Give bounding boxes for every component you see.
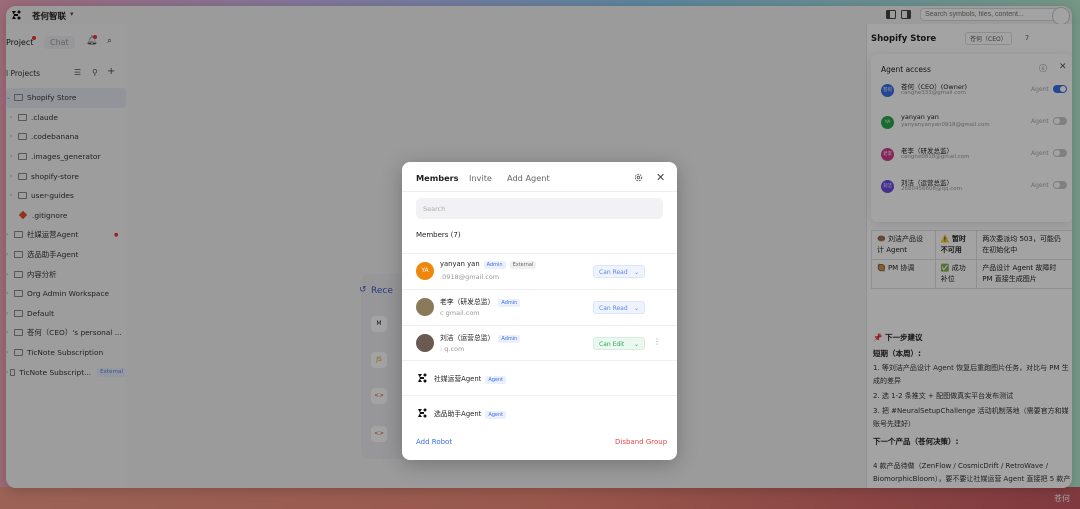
member-email: c gmail.com — [440, 309, 480, 317]
agent-name-line: 社媒运营Agent Agent — [434, 373, 507, 384]
external-tag: External — [509, 261, 537, 269]
avatar: YA — [416, 262, 434, 280]
tab-add-agent[interactable]: Add Agent — [507, 173, 550, 183]
agent-logo-icon — [418, 373, 427, 383]
add-robot-button[interactable]: Add Robot — [416, 438, 452, 446]
admin-tag: Admin — [498, 335, 521, 343]
agent-row: 社媒运营Agent Agent — [402, 360, 677, 396]
members-modal: Members Invite Add Agent ✕ Members (7) Y… — [402, 162, 677, 460]
divider — [402, 191, 677, 192]
chevron-down-icon: ⌄ — [633, 341, 639, 348]
permission-select[interactable]: Can Read ⌄ — [593, 265, 645, 278]
agent-name: 选品助手Agent — [434, 410, 482, 418]
agent-tag: Agent — [485, 376, 507, 384]
tab-invite[interactable]: Invite — [469, 173, 492, 183]
permission-select[interactable]: Can Read ⌄ — [593, 301, 645, 314]
member-search-input[interactable] — [416, 198, 663, 219]
member-name: yanyan yan — [440, 260, 480, 268]
avatar — [416, 298, 434, 316]
member-name: 刘洁（运营总监） — [440, 334, 495, 342]
members-count-title: Members (7) — [416, 231, 461, 239]
settings-gear-icon[interactable] — [634, 173, 643, 182]
permission-value: Can Read — [599, 305, 628, 312]
member-email: .0918@gmail.com — [440, 273, 500, 281]
agent-logo-icon — [418, 408, 427, 418]
avatar — [416, 334, 434, 352]
member-email: : q.com — [440, 345, 465, 353]
agent-tag: Agent — [485, 411, 507, 419]
member-name: 老李（研发总监） — [440, 298, 495, 306]
agent-name: 社媒运营Agent — [434, 375, 482, 383]
chevron-down-icon: ⌄ — [633, 269, 639, 276]
member-name-line: yanyan yan Admin External — [440, 260, 537, 269]
member-name-line: 刘洁（运营总监） Admin — [440, 332, 521, 343]
agent-row: 选品助手Agent Agent — [402, 395, 677, 431]
member-row: 刘洁（运营总监） Admin : q.com Can Edit ⌄ ⋮ — [402, 325, 677, 361]
more-options-icon[interactable]: ⋮ — [653, 337, 661, 346]
permission-select[interactable]: Can Edit ⌄ — [593, 337, 645, 350]
tab-members[interactable]: Members — [416, 173, 459, 183]
member-row: 老李（研发总监） Admin c gmail.com Can Read ⌄ — [402, 289, 677, 325]
member-name-line: 老李（研发总监） Admin — [440, 296, 521, 307]
permission-value: Can Edit — [599, 341, 625, 348]
admin-tag: Admin — [483, 261, 506, 269]
admin-tag: Admin — [498, 299, 521, 307]
member-row: YA yanyan yan Admin External .0918@gmail.c… — [402, 253, 677, 289]
permission-value: Can Read — [599, 269, 628, 276]
agent-name-line: 选品助手Agent Agent — [434, 408, 507, 419]
close-icon[interactable]: ✕ — [656, 171, 665, 184]
chevron-down-icon: ⌄ — [633, 305, 639, 312]
disband-group-button[interactable]: Disband Group — [615, 438, 667, 446]
